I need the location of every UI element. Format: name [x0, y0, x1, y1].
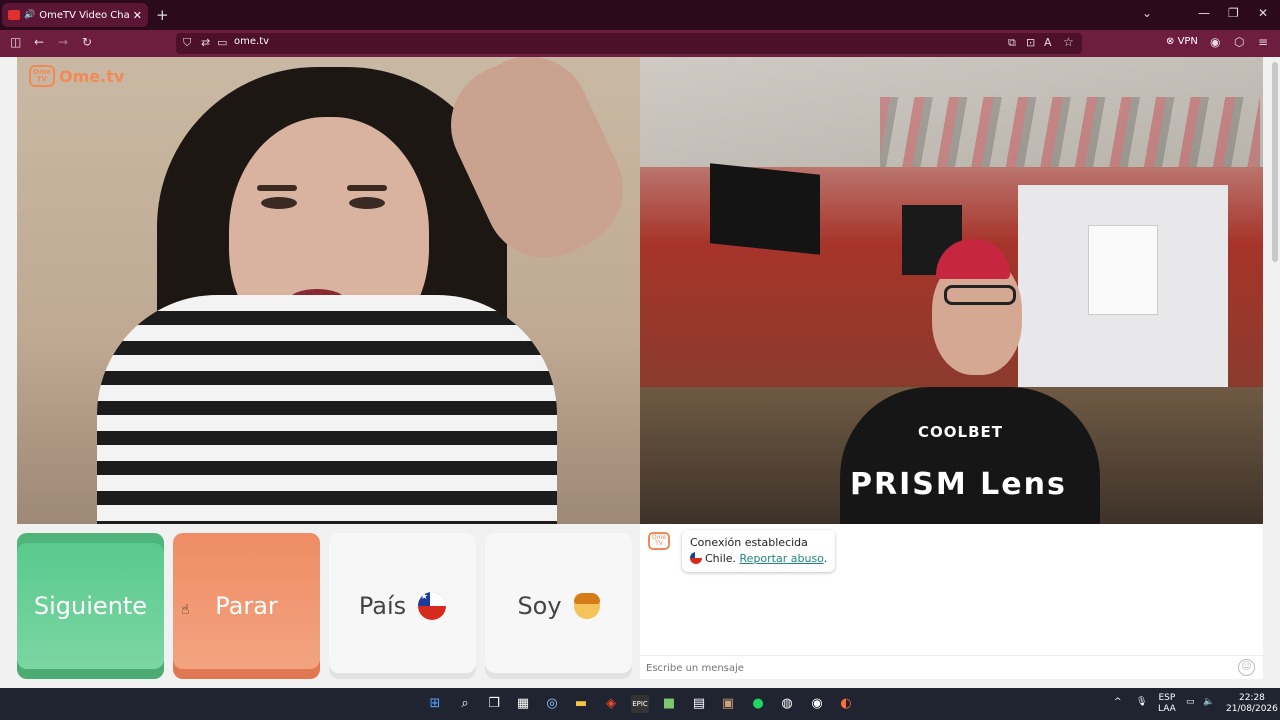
bookmark-star-icon[interactable]: ☆	[1063, 35, 1074, 49]
gender-button-label: Soy	[517, 592, 562, 620]
back-arrow-icon[interactable]: ←	[34, 35, 44, 49]
next-button[interactable]: Siguiente	[17, 533, 164, 679]
game-icon[interactable]: ▣	[719, 695, 737, 713]
site-settings-icon[interactable]: ⇄	[201, 36, 210, 49]
clock-time: 22:28	[1238, 693, 1265, 703]
sidebar-toggle-icon[interactable]: ◫	[10, 35, 21, 49]
chile-flag-small-icon	[690, 552, 702, 564]
ometv-logo-icon: Ome TV	[29, 65, 55, 87]
country-button[interactable]: País ★	[329, 533, 476, 679]
extensions-icon[interactable]: ⬡	[1234, 35, 1244, 49]
stop-button[interactable]: Parar	[173, 533, 320, 679]
profile-icon[interactable]: ◉	[1210, 35, 1220, 49]
game-launcher-icon[interactable]: ▤	[690, 695, 708, 713]
vpn-label: VPN	[1177, 36, 1198, 47]
chile-flag-icon: ★	[418, 592, 447, 620]
jersey-sponsor-text: COOLBET	[918, 423, 1003, 441]
chrome-icon[interactable]: ◍	[778, 695, 796, 713]
message-input[interactable]	[646, 659, 1226, 677]
translate-icon[interactable]: A	[1044, 36, 1052, 49]
tab-list-chevron-icon[interactable]: ⌄	[1142, 6, 1152, 20]
boy-emoji-icon	[573, 593, 600, 619]
search-icon[interactable]: ⌕	[456, 695, 474, 713]
connection-message: Conexión establecida Chile. Reportar abu…	[682, 530, 836, 572]
language-indicator[interactable]: ESP LAA	[1158, 693, 1176, 715]
vpn-button[interactable]: ⊗ VPN	[1166, 36, 1198, 47]
new-tab-button[interactable]: +	[156, 6, 169, 24]
country-button-label: País	[358, 592, 407, 620]
microphone-icon[interactable]: 🎙	[1136, 697, 1147, 708]
maximize-button[interactable]: ❐	[1228, 6, 1239, 20]
ometv-logo: Ome TV Ome.tv	[29, 65, 124, 87]
minecraft-icon[interactable]: ■	[660, 695, 678, 713]
browser-tab-bar: 🔊 OmeTV Video Chat — Ome ✕ + ⌄ — ❐ ✕	[0, 0, 1280, 30]
camera-watermark: PRISM Lens	[850, 467, 1067, 502]
windows-start-icon[interactable]: ⊞	[426, 695, 444, 713]
store-icon[interactable]: ▦	[514, 695, 532, 713]
tray-overflow-icon[interactable]: ^	[1114, 697, 1122, 708]
close-window-button[interactable]: ✕	[1258, 6, 1268, 20]
clock-date: 21/08/2026	[1226, 704, 1278, 714]
firefox-icon[interactable]: ◐	[837, 695, 855, 713]
page-scrollbar[interactable]	[1272, 62, 1278, 262]
emoji-picker-icon[interactable]: ☺	[1238, 659, 1255, 676]
url-text[interactable]: ome.tv	[234, 36, 269, 47]
obs-icon[interactable]: ◉	[808, 695, 826, 713]
shield-icon[interactable]: ⛉	[183, 36, 191, 50]
minimize-button[interactable]: —	[1198, 6, 1210, 20]
gender-button[interactable]: Soy	[485, 533, 632, 679]
clock[interactable]: 22:28 21/08/2026	[1226, 693, 1278, 715]
menu-icon[interactable]: ≡	[1258, 35, 1268, 49]
steam-icon[interactable]: ◎	[543, 695, 561, 713]
partner-country: Chile.	[705, 552, 737, 565]
tab-title: OmeTV Video Chat — Ome	[39, 9, 129, 21]
ometv-logo-text: Ome.tv	[59, 66, 125, 86]
task-view-icon[interactable]: ❐	[485, 695, 503, 713]
message-bar: ☺	[640, 655, 1263, 679]
spotify-icon[interactable]: ●	[749, 695, 767, 713]
local-video: COOLBET PRISM Lens	[640, 57, 1263, 524]
volume-icon[interactable]: 🔈	[1203, 697, 1214, 708]
report-abuse-link[interactable]: Reportar abuso	[740, 552, 824, 565]
brave-browser-icon[interactable]: ◈	[602, 695, 620, 713]
ometv-chat-avatar-icon: Ome TV	[648, 532, 670, 550]
browser-toolbar: ◫ ← → ↻ ⛉ ⇄ ▭ ome.tv ⧉ ⊡ A ☆ ⊗ VPN ◉ ⬡ ≡	[0, 30, 1280, 57]
next-button-label: Siguiente	[33, 592, 148, 620]
network-icon[interactable]: ▭	[1186, 697, 1195, 708]
tab-close-icon[interactable]: ✕	[133, 9, 142, 22]
remote-video: Ome TV Ome.tv	[17, 57, 640, 524]
ometv-page: Ome TV Ome.tv COOLBET PRISM Lens Siguien…	[0, 57, 1280, 688]
reload-icon[interactable]: ↻	[82, 35, 92, 49]
save-page-icon[interactable]: ⊡	[1026, 36, 1035, 49]
connection-status-text: Conexión establecida	[690, 536, 808, 549]
forward-arrow-icon[interactable]: →	[58, 35, 68, 49]
page-icon: ▭	[217, 36, 228, 49]
address-bar[interactable]: ⛉ ⇄ ▭ ome.tv ⧉ ⊡ A ☆	[176, 33, 1082, 54]
stop-button-label: Parar	[215, 592, 278, 620]
picture-in-picture-icon[interactable]: ⧉	[1008, 36, 1016, 50]
epic-games-icon[interactable]: EPIC	[631, 695, 649, 713]
file-explorer-icon[interactable]: ▬	[572, 695, 590, 713]
browser-tab-ometv[interactable]: 🔊 OmeTV Video Chat — Ome ✕	[2, 3, 148, 27]
hand-cursor-icon: ☝	[181, 602, 190, 618]
speaker-icon[interactable]: 🔊	[24, 10, 35, 20]
windows-taskbar: ⊞ ⌕ ❐ ▦ ◎ ▬ ◈ EPIC ■ ▤ ▣ ● ◍ ◉ ◐ ^ 🎙 ESP…	[0, 688, 1280, 720]
ometv-favicon-icon	[8, 10, 20, 20]
